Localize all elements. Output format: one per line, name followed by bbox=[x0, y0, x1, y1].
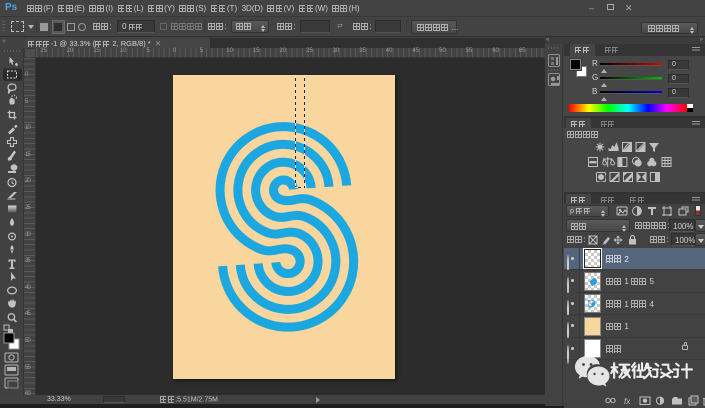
svg-text:fx: fx bbox=[624, 397, 631, 406]
